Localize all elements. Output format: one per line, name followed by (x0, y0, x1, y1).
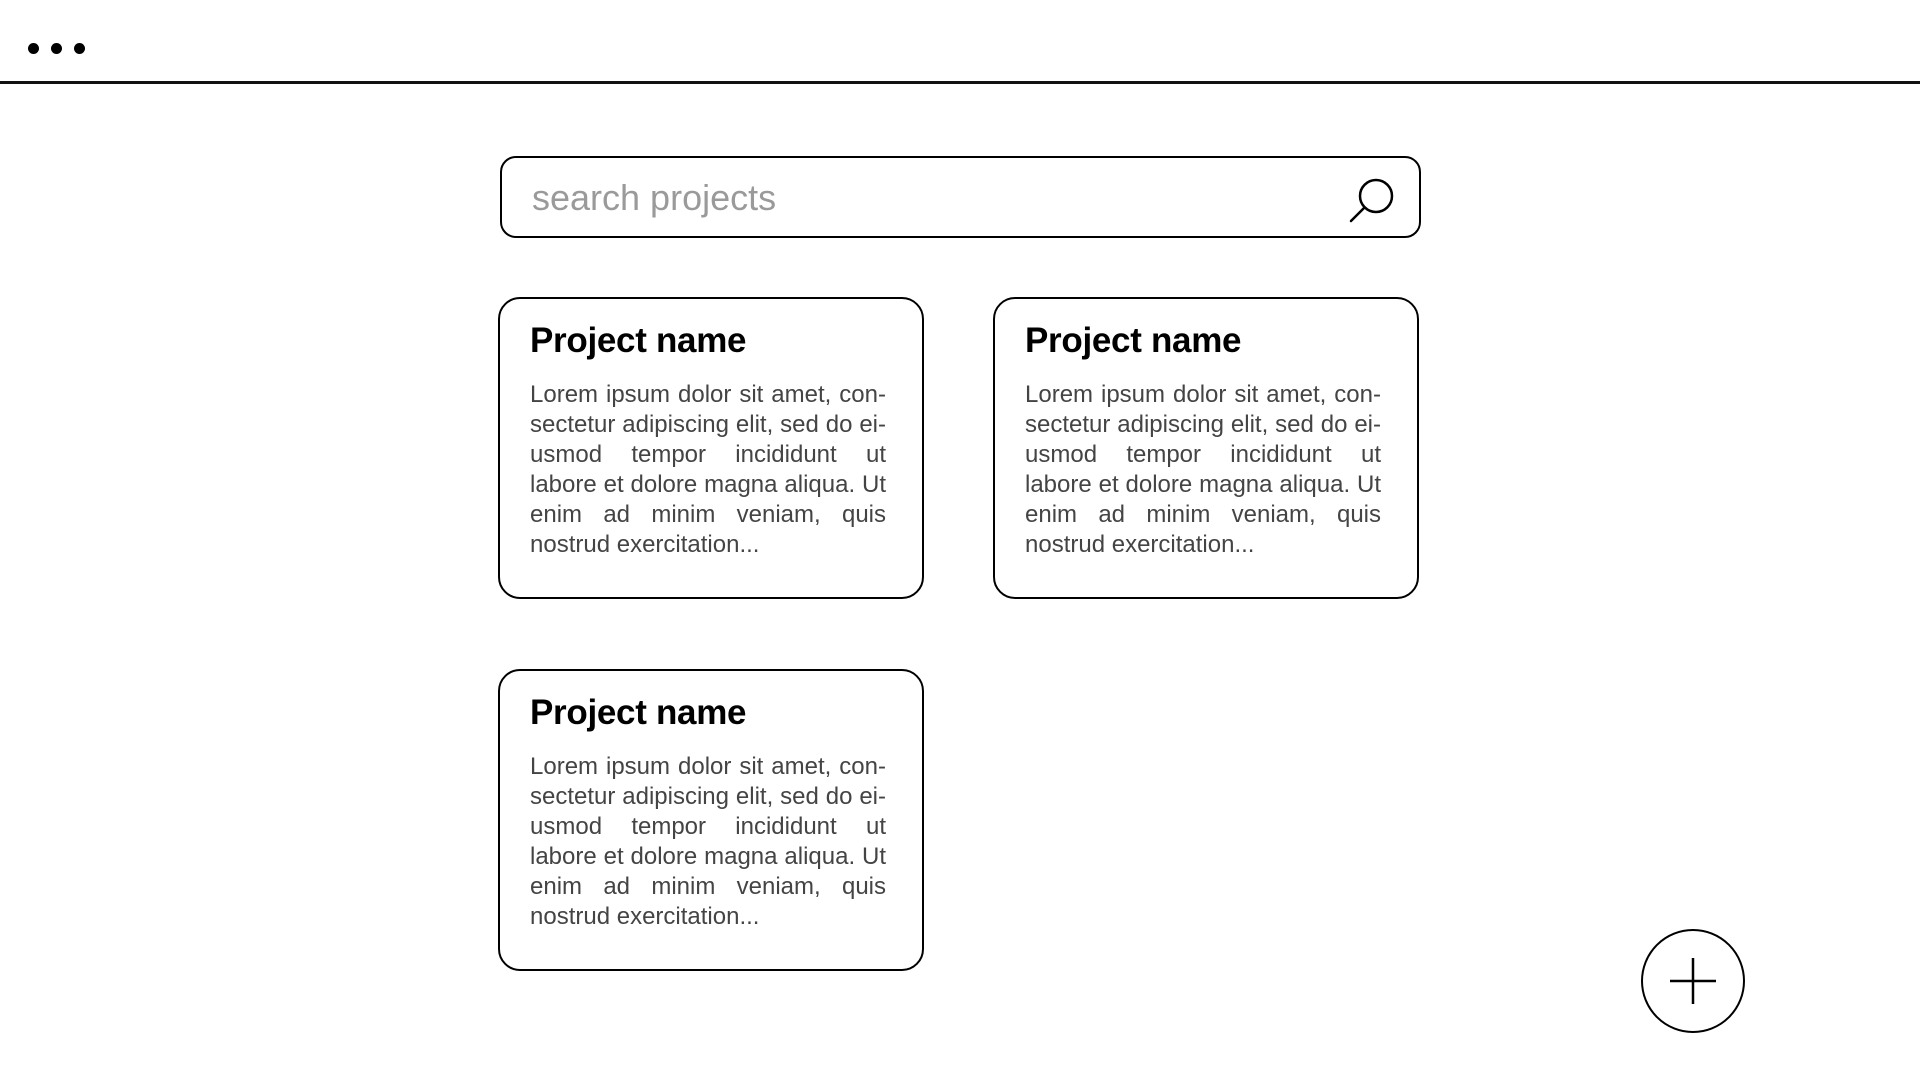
project-description: Lorem ipsum dolor sit amet, con-sectetur… (1025, 381, 1381, 558)
more-horizontal-icon-dot (51, 42, 62, 54)
project-card[interactable]: Project name Lorem ipsum dolor sit amet,… (498, 297, 924, 599)
project-description: Lorem ipsum dolor sit amet, con-sectetur… (530, 753, 886, 930)
top-bar (0, 0, 1920, 84)
search-icon[interactable] (1348, 176, 1398, 226)
search-bar (500, 156, 1421, 238)
more-horizontal-icon-dot (74, 42, 85, 54)
add-project-button[interactable] (1641, 929, 1745, 1033)
project-card[interactable]: Project name Lorem ipsum dolor sit amet,… (993, 297, 1419, 599)
project-title: Project name (530, 693, 747, 732)
project-description: Lorem ipsum dolor sit amet, con-sectetur… (530, 381, 886, 558)
plus-circle-icon (1670, 958, 1716, 1004)
more-horizontal-icon-dot (28, 42, 39, 54)
project-title: Project name (1025, 321, 1242, 360)
project-card[interactable]: Project name Lorem ipsum dolor sit amet,… (498, 669, 924, 971)
search-input[interactable] (532, 168, 1312, 228)
more-menu-button[interactable] (28, 36, 98, 60)
project-title: Project name (530, 321, 747, 360)
